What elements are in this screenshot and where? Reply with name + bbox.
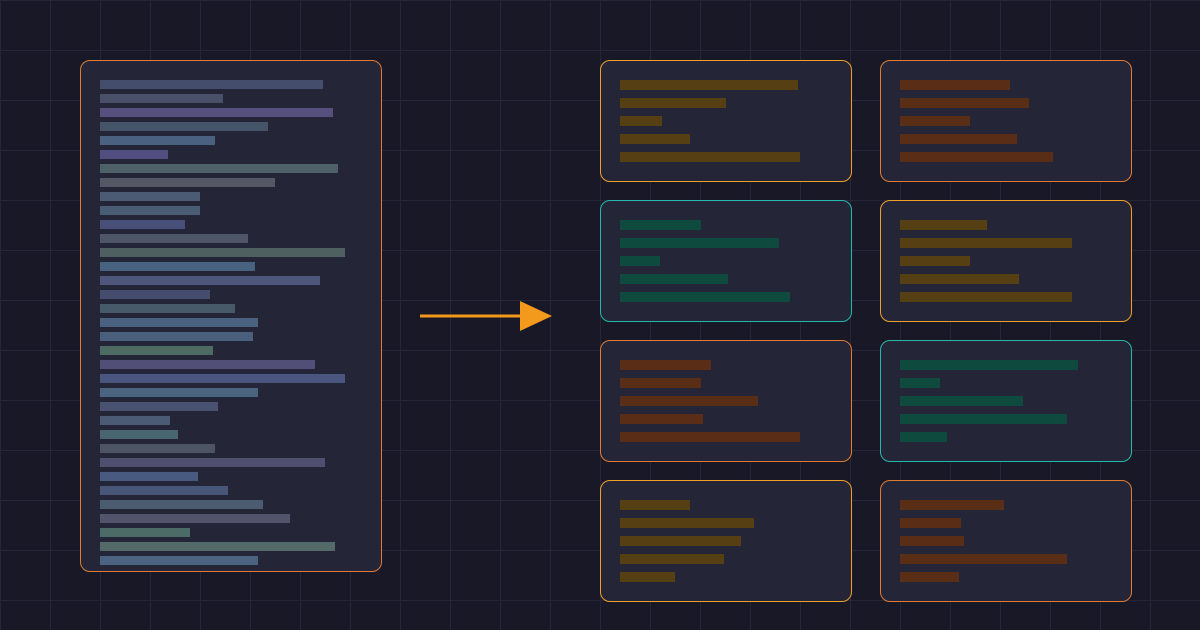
chunk-text-line	[900, 274, 1019, 284]
source-text-line	[100, 486, 228, 495]
source-text-line	[100, 514, 290, 523]
source-text-line	[100, 220, 185, 229]
chunk-text-line	[900, 152, 1053, 162]
source-text-line	[100, 500, 263, 509]
chunk-text-line	[620, 292, 790, 302]
chunk-text-line	[620, 98, 726, 108]
source-text-line	[100, 234, 248, 243]
chunk-text-line	[900, 292, 1072, 302]
source-text-line	[100, 80, 323, 89]
chunk-text-line	[620, 116, 662, 126]
chunk-text-line	[900, 432, 947, 442]
chunk-text-line	[620, 432, 800, 442]
source-text-line	[100, 276, 320, 285]
source-text-line	[100, 556, 258, 565]
source-text-line	[100, 248, 345, 257]
chunk-text-line	[900, 518, 961, 528]
source-text-line	[100, 122, 268, 131]
chunk-text-line	[900, 414, 1067, 424]
chunk-text-line	[900, 500, 1004, 510]
chunk-text-line	[900, 98, 1029, 108]
chunk-text-line	[900, 554, 1067, 564]
chunk-text-line	[900, 396, 1023, 406]
chunk-card	[600, 340, 852, 462]
chunk-card	[600, 480, 852, 602]
chunk-text-line	[900, 80, 1010, 90]
chunk-text-line	[620, 152, 800, 162]
source-text-line	[100, 164, 338, 173]
chunk-card	[880, 200, 1132, 322]
chunk-text-line	[620, 554, 724, 564]
source-text-line	[100, 136, 215, 145]
chunk-text-line	[900, 256, 970, 266]
chunk-text-line	[620, 274, 728, 284]
chunk-text-line	[620, 572, 675, 582]
chunk-text-line	[620, 80, 798, 90]
source-text-line	[100, 360, 315, 369]
source-text-line	[100, 458, 325, 467]
source-text-line	[100, 416, 170, 425]
chunk-card	[600, 60, 852, 182]
source-text-line	[100, 304, 235, 313]
chunk-text-line	[900, 536, 964, 546]
source-text-line	[100, 346, 213, 355]
chunk-text-line	[900, 134, 1017, 144]
chunk-text-line	[620, 414, 703, 424]
chunk-card	[880, 60, 1132, 182]
chunk-text-line	[620, 536, 741, 546]
chunk-text-line	[620, 518, 754, 528]
source-text-line	[100, 542, 335, 551]
source-text-line	[100, 472, 198, 481]
source-text-line	[100, 444, 215, 453]
chunk-text-line	[620, 256, 660, 266]
source-text-line	[100, 332, 253, 341]
source-text-line	[100, 262, 255, 271]
source-text-line	[100, 192, 200, 201]
chunk-text-line	[900, 572, 959, 582]
chunk-text-line	[620, 220, 701, 230]
source-text-line	[100, 430, 178, 439]
chunk-text-line	[620, 360, 711, 370]
chunk-text-line	[620, 396, 758, 406]
source-text-line	[100, 402, 218, 411]
arrow-right-icon	[420, 301, 552, 331]
source-text-line	[100, 150, 168, 159]
source-document-panel	[80, 60, 382, 572]
chunk-text-line	[620, 238, 779, 248]
source-text-line	[100, 374, 345, 383]
source-text-line	[100, 388, 258, 397]
chunk-text-line	[620, 378, 701, 388]
source-text-line	[100, 528, 190, 537]
chunk-text-line	[620, 134, 690, 144]
source-text-line	[100, 290, 210, 299]
chunk-card	[600, 200, 852, 322]
chunk-card	[880, 480, 1132, 602]
chunk-text-line	[900, 116, 970, 126]
chunk-text-line	[620, 500, 690, 510]
chunk-text-line	[900, 360, 1078, 370]
source-text-line	[100, 94, 223, 103]
chunk-card	[880, 340, 1132, 462]
source-text-line	[100, 318, 258, 327]
source-text-line	[100, 178, 275, 187]
source-text-line	[100, 108, 333, 117]
chunk-text-line	[900, 220, 987, 230]
chunk-text-line	[900, 378, 940, 388]
source-text-line	[100, 206, 200, 215]
chunk-text-line	[900, 238, 1072, 248]
